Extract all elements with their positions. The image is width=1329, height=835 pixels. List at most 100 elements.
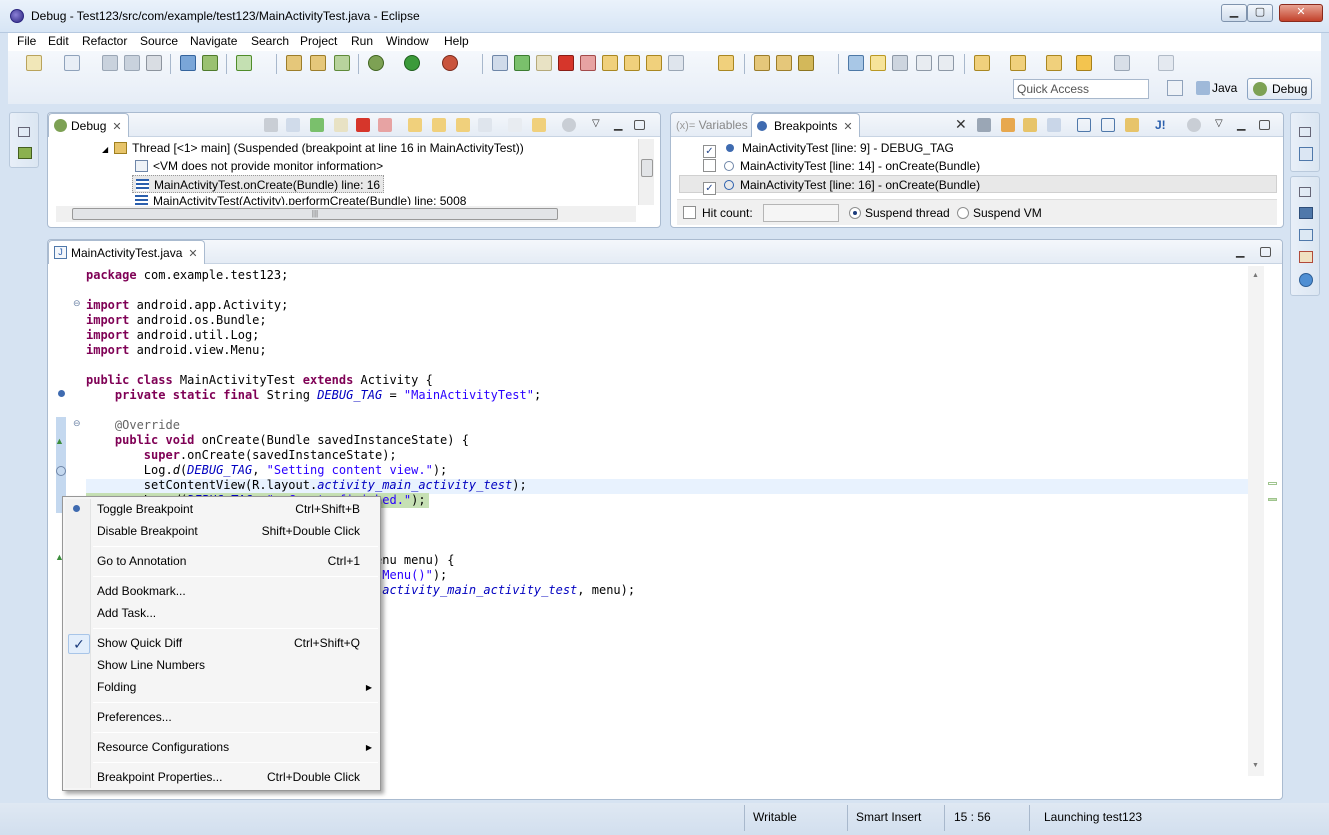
menu-navigate[interactable]: Navigate	[190, 34, 237, 48]
close-button[interactable]: ✕	[1279, 4, 1323, 22]
maximize-editor-icon[interactable]	[1260, 247, 1271, 257]
check-icon[interactable]	[236, 55, 252, 71]
drop-to-frame-icon[interactable]	[478, 118, 492, 132]
tree-row-stack-frame-selected[interactable]: MainActivityTest.onCreate(Bundle) line: …	[132, 175, 385, 193]
expand-triangle-icon[interactable]: ◢	[102, 145, 108, 154]
breakpoint-marker-icon[interactable]	[58, 390, 65, 397]
disabled-breakpoint-marker-icon[interactable]	[56, 466, 66, 476]
android-sdk-icon[interactable]	[202, 55, 218, 71]
menu-show-quick-diff[interactable]: Show Quick Diff Ctrl+Shift+Q	[97, 632, 362, 654]
minimize-editor-icon[interactable]: ▁	[1236, 245, 1250, 259]
breakpoint-checkbox[interactable]	[703, 159, 716, 172]
view-menu-chevron-down-icon[interactable]: ▽	[1215, 118, 1229, 132]
link-with-debug-view-icon[interactable]	[1125, 118, 1139, 132]
menu-go-to-annotation[interactable]: Go to Annotation Ctrl+1	[97, 550, 362, 572]
remove-breakpoint-icon[interactable]: ✕	[955, 116, 969, 132]
tree-row-stack-frame[interactable]: MainActivityTest(Activity).performCreate…	[135, 193, 466, 205]
download-icon[interactable]	[180, 55, 196, 71]
tab-variables[interactable]: (x)= Variables	[676, 118, 748, 132]
menu-preferences[interactable]: Preferences...	[97, 706, 362, 728]
breakpoint-item-selected[interactable]: ✓ MainActivityTest [line: 16] - onCreate(…	[679, 175, 1277, 195]
restore-icon[interactable]	[1299, 187, 1311, 197]
previous-edit-icon[interactable]	[1010, 55, 1026, 71]
restore-icon[interactable]	[18, 127, 30, 137]
tree-row-thread[interactable]: ◢ Thread [<1> main] (Suspended (breakpoin…	[102, 139, 524, 157]
expand-all-icon[interactable]	[1077, 118, 1091, 132]
skip-breakpoints-icon[interactable]	[286, 118, 300, 132]
close-icon[interactable]: ✕	[843, 121, 852, 133]
minimize-view-icon[interactable]: ▁	[614, 118, 628, 132]
skip-all-breakpoints-icon[interactable]	[1047, 118, 1061, 132]
vertical-scrollbar[interactable]	[638, 139, 654, 205]
horizontal-scrollbar[interactable]: |||	[56, 206, 636, 222]
suspend-vm-radio[interactable]: Suspend VM	[957, 206, 1042, 220]
override-marker-icon[interactable]: ▲	[55, 436, 64, 446]
maximize-view-icon[interactable]	[1259, 120, 1270, 130]
overview-marker[interactable]	[1268, 498, 1277, 501]
step-over-icon[interactable]	[624, 55, 640, 71]
step-filters-icon[interactable]	[532, 118, 546, 132]
save-all-icon[interactable]	[124, 55, 140, 71]
hit-count-input[interactable]	[763, 204, 839, 222]
new-package-icon[interactable]	[334, 55, 350, 71]
pilcrow-icon[interactable]	[938, 55, 954, 71]
menu-window[interactable]: Window	[386, 34, 429, 48]
menu-add-task[interactable]: Add Task...	[97, 602, 362, 624]
terminate-icon[interactable]	[558, 55, 574, 71]
editor-vertical-scrollbar[interactable]: ▲ ▼	[1248, 266, 1264, 776]
forward-arrow-icon[interactable]	[1114, 55, 1130, 71]
close-icon[interactable]: ✕	[112, 121, 121, 133]
step-into-icon[interactable]	[602, 55, 618, 71]
breakpoint-item[interactable]: ✓ MainActivityTest [line: 9] - DEBUG_TAG	[703, 139, 954, 158]
menu-source[interactable]: Source	[140, 34, 178, 48]
close-icon[interactable]: ✕	[188, 248, 197, 260]
next-edit-icon[interactable]	[974, 55, 990, 71]
open-folder-icon[interactable]	[754, 55, 770, 71]
fold-collapse-icon[interactable]: ⊖	[73, 298, 81, 309]
outline-icon[interactable]	[1299, 147, 1313, 161]
menu-edit[interactable]: Edit	[48, 34, 69, 48]
menu-file[interactable]: File	[17, 34, 36, 48]
resume-icon[interactable]	[514, 55, 530, 71]
suspend-icon[interactable]	[536, 55, 552, 71]
tree-row-monitor-info[interactable]: <VM does not provide monitor information…	[135, 157, 383, 175]
step-return-icon[interactable]	[646, 55, 662, 71]
terminate-icon[interactable]	[356, 118, 370, 132]
fold-collapse-icon[interactable]: ⊖	[73, 418, 81, 429]
radio-selected[interactable]	[849, 207, 861, 219]
breakpoint-item[interactable]: MainActivityTest [line: 14] - onCreate(B…	[703, 157, 980, 175]
minimize-button[interactable]: ▁	[1221, 4, 1247, 22]
java-exception-breakpoint-icon[interactable]: J!	[1155, 118, 1169, 132]
remove-all-breakpoints-icon[interactable]	[977, 118, 991, 132]
progress-icon[interactable]	[1299, 273, 1313, 287]
new-class-icon[interactable]	[310, 55, 326, 71]
menu-help[interactable]: Help	[444, 34, 469, 48]
show-whitespace-icon[interactable]	[916, 55, 932, 71]
perspective-debug-button[interactable]: Debug	[1247, 78, 1312, 100]
block-selection-icon[interactable]	[892, 55, 908, 71]
new-file-icon[interactable]	[64, 55, 80, 71]
quick-access-input[interactable]: Quick Access	[1013, 79, 1149, 99]
device-icon[interactable]	[18, 147, 32, 159]
overview-marker[interactable]	[1268, 482, 1277, 485]
run-icon[interactable]	[404, 55, 420, 71]
menu-refactor[interactable]: Refactor	[82, 34, 127, 48]
problems-icon[interactable]	[1299, 251, 1313, 263]
maximize-view-icon[interactable]	[634, 120, 645, 130]
perspective-java-button[interactable]: Java	[1192, 78, 1244, 100]
menu-resource-configurations[interactable]: Resource Configurations	[97, 736, 362, 758]
hit-count-check[interactable]	[683, 206, 696, 219]
toggle-mark-occurrences-icon[interactable]	[870, 55, 886, 71]
minimize-view-icon[interactable]: ▁	[1237, 118, 1251, 132]
scroll-down-icon[interactable]: ▼	[1252, 762, 1259, 769]
open-perspective-icon[interactable]	[1167, 80, 1183, 96]
menu-disable-breakpoint[interactable]: Disable Breakpoint Shift+Double Click	[97, 520, 362, 542]
threads-icon[interactable]	[562, 118, 576, 132]
disconnect-icon[interactable]	[580, 55, 596, 71]
step-into-icon[interactable]	[408, 118, 422, 132]
menu-project[interactable]: Project	[300, 34, 337, 48]
suspend-icon[interactable]	[334, 118, 348, 132]
restore-icon[interactable]	[1299, 127, 1311, 137]
print-icon[interactable]	[146, 55, 162, 71]
resume-icon[interactable]	[310, 118, 324, 132]
